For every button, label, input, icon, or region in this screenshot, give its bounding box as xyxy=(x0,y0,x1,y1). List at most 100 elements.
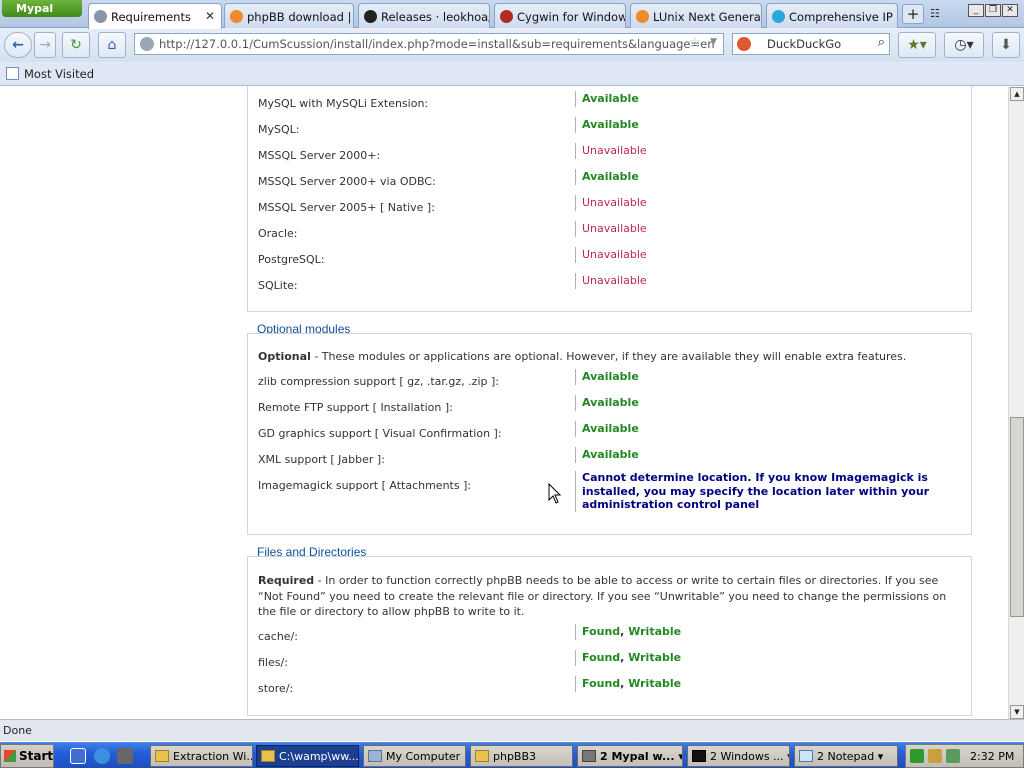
tab-requirements[interactable]: Requirements ✕ xyxy=(88,3,222,29)
status-separator: , xyxy=(620,651,629,664)
github-icon xyxy=(364,10,377,23)
internet-explorer-icon[interactable] xyxy=(94,748,110,764)
history-button[interactable]: ◷▾ xyxy=(944,32,984,58)
mypal-icon[interactable] xyxy=(117,748,133,764)
duckduckgo-icon[interactable] xyxy=(737,37,751,51)
database-status: Unavailable xyxy=(575,221,647,237)
tab-strip: Mypal Requirements ✕ phpBB download | S.… xyxy=(0,0,1024,29)
module-status: Available xyxy=(575,421,639,437)
vertical-scrollbar[interactable]: ▲ ▼ xyxy=(1008,87,1024,719)
mypal-icon xyxy=(582,750,596,762)
optional-text: - These modules or applications are opti… xyxy=(310,350,907,363)
list-all-tabs-icon[interactable]: ☷ xyxy=(930,7,940,20)
taskbar-button-wamp[interactable]: C:\wamp\ww... xyxy=(256,745,359,767)
reload-button[interactable]: ↻ xyxy=(62,32,90,58)
taskbar-group-mypal[interactable]: 2 Mypal w... ▾ xyxy=(577,745,683,767)
module-label: XML support [ Jabber ]: xyxy=(258,453,385,466)
module-status: Available xyxy=(575,369,639,385)
site-identity-icon[interactable] xyxy=(140,37,154,51)
volume-icon[interactable] xyxy=(946,749,960,763)
chevron-down-icon[interactable]: ▼ xyxy=(710,37,717,47)
database-status: Unavailable xyxy=(575,273,647,289)
database-status: Available xyxy=(575,117,639,133)
phpbb-icon xyxy=(636,10,649,23)
directory-status: Found, Writable xyxy=(575,624,681,640)
status-bar: Done xyxy=(0,719,1024,741)
database-row: MSSQL Server 2000+: Unavailable xyxy=(258,143,958,169)
globe-icon xyxy=(94,10,107,23)
module-row: XML support [ Jabber ]: Available xyxy=(258,447,958,473)
app-menu-button[interactable]: Mypal xyxy=(2,0,82,17)
system-tray: 2:32 PM xyxy=(905,744,1024,768)
tab-comprehensive-ip[interactable]: Comprehensive IP a... xyxy=(766,3,898,28)
start-button[interactable]: Start xyxy=(0,744,54,768)
writable-status: Writable xyxy=(628,677,682,690)
bookmark-most-visited[interactable]: Most Visited xyxy=(24,67,94,81)
module-row: Imagemagick support [ Attachments ]: Cann… xyxy=(258,471,958,512)
module-row: Remote FTP support [ Installation ]: Avai… xyxy=(258,395,958,421)
tab-cygwin[interactable]: Cygwin for Windows... xyxy=(494,3,626,28)
found-status: Found xyxy=(582,625,621,638)
module-status: Cannot determine location. If you know I… xyxy=(575,471,955,512)
status-text: Done xyxy=(3,724,32,737)
bookmark-folder-icon xyxy=(6,67,19,80)
taskbar-group-windows[interactable]: 2 Windows ... ▾ xyxy=(687,745,790,767)
navigation-toolbar: ← → ↻ ⌂ http://127.0.0.1/CumScussion/ins… xyxy=(0,28,1024,62)
module-label: Remote FTP support [ Installation ]: xyxy=(258,401,453,414)
windows-logo-icon xyxy=(4,750,16,762)
search-icon[interactable]: ⌕ xyxy=(878,35,885,50)
database-status: Available xyxy=(575,91,639,107)
bookmarks-menu-button[interactable]: ★▾ xyxy=(898,32,936,58)
folder-icon xyxy=(155,750,169,762)
search-input[interactable]: DuckDuckGo ⌕ xyxy=(732,33,890,55)
taskbar-button-phpbb3[interactable]: phpBB3 xyxy=(470,745,573,767)
home-button[interactable]: ⌂ xyxy=(98,32,126,58)
start-label: Start xyxy=(19,749,54,763)
found-status: Found xyxy=(582,677,621,690)
close-icon[interactable]: ✕ xyxy=(205,9,215,23)
taskbar-label: C:\wamp\ww... xyxy=(279,750,359,763)
directory-status: Found, Writable xyxy=(575,676,681,692)
new-tab-button[interactable]: + xyxy=(902,4,924,24)
back-button[interactable]: ← xyxy=(4,32,32,58)
scroll-down-icon[interactable]: ▼ xyxy=(1010,705,1024,719)
tab-lunix[interactable]: LUnix Next Generati... xyxy=(630,3,762,28)
taskbar-label: Extraction Wi... xyxy=(173,750,253,763)
scroll-up-icon[interactable]: ▲ xyxy=(1010,87,1024,101)
taskbar-label: My Computer xyxy=(386,750,461,763)
files-label: Required xyxy=(258,574,315,587)
bookmark-star-icon[interactable]: ☆ xyxy=(688,35,701,51)
network-icon[interactable] xyxy=(928,749,942,763)
close-window-icon[interactable]: ✕ xyxy=(1002,4,1018,17)
show-desktop-icon[interactable] xyxy=(70,748,86,764)
directory-row: cache/: Found, Writable xyxy=(258,624,958,650)
taskbar-group-notepad[interactable]: 2 Notepad ▾ xyxy=(794,745,898,767)
database-row: Oracle: Unavailable xyxy=(258,221,958,247)
forward-button[interactable]: → xyxy=(34,32,56,58)
database-label: PostgreSQL: xyxy=(258,253,325,266)
files-text: - In order to function correctly phpBB n… xyxy=(258,574,947,618)
url-text: http://127.0.0.1/CumScussion/install/ind… xyxy=(159,37,715,51)
database-row: SQLite: Unavailable xyxy=(258,273,958,299)
taskbar-label: phpBB3 xyxy=(493,750,537,763)
wamp-icon[interactable] xyxy=(910,749,924,763)
directory-row: store/: Found, Writable xyxy=(258,676,958,702)
taskbar-button-my-computer[interactable]: My Computer xyxy=(363,745,466,767)
directory-status: Found, Writable xyxy=(575,650,681,666)
minimize-icon[interactable]: _ xyxy=(968,4,984,17)
downloads-button[interactable]: ⬇ xyxy=(992,32,1020,58)
tab-phpbb-download[interactable]: phpBB download | S... xyxy=(224,3,354,28)
directory-label: files/: xyxy=(258,656,288,669)
tab-releases[interactable]: Releases · leokhoa/l... xyxy=(358,3,490,28)
phpbb-icon xyxy=(230,10,243,23)
database-label: MSSQL Server 2000+: xyxy=(258,149,381,162)
taskbar-button-extraction[interactable]: Extraction Wi... xyxy=(150,745,253,767)
database-label: MySQL with MySQLi Extension: xyxy=(258,97,429,110)
window-controls: _ ❐ ✕ xyxy=(968,2,1022,17)
url-bar[interactable]: http://127.0.0.1/CumScussion/install/ind… xyxy=(134,33,724,55)
restore-icon[interactable]: ❐ xyxy=(985,4,1001,17)
clock[interactable]: 2:32 PM xyxy=(970,750,1014,763)
database-row: MSSQL Server 2005+ [ Native ]: Unavailabl… xyxy=(258,195,958,221)
database-row: PostgreSQL: Unavailable xyxy=(258,247,958,273)
scrollbar-thumb[interactable] xyxy=(1010,417,1024,617)
